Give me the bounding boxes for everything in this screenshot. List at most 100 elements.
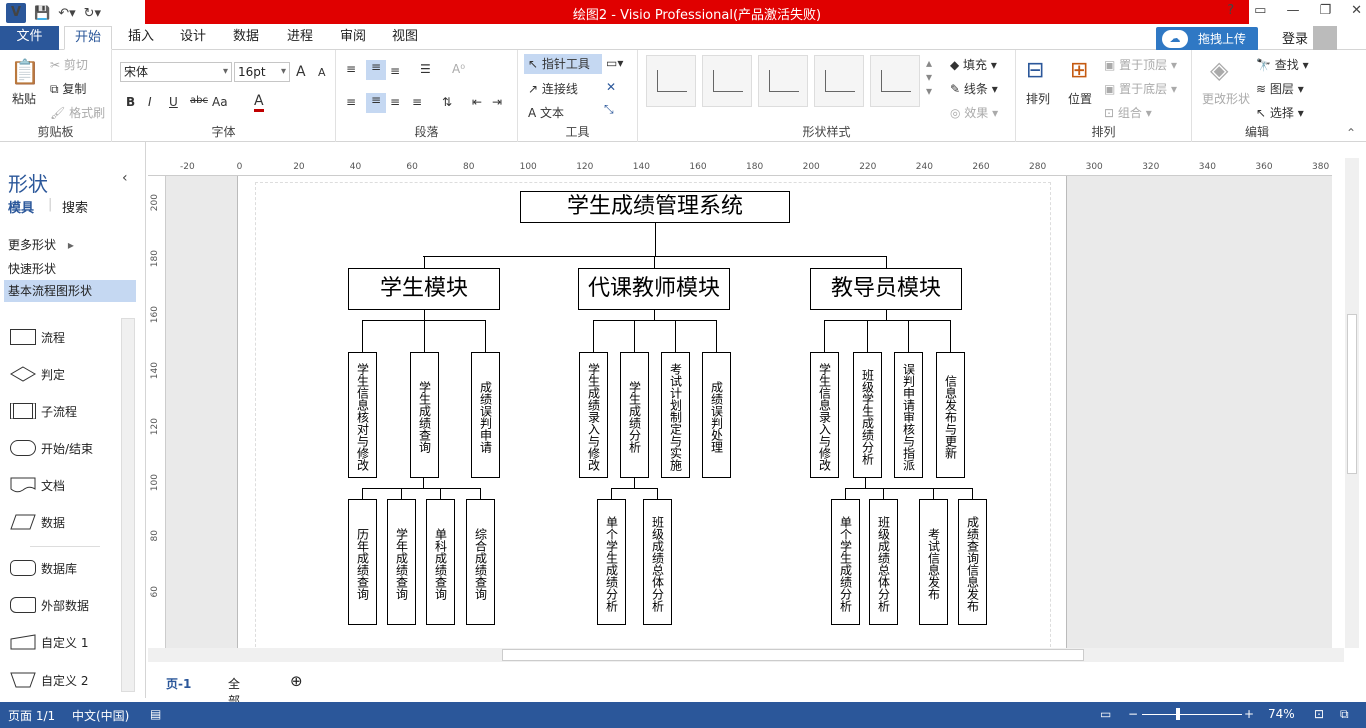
function-node[interactable]: 综合成绩查询 [466,499,495,625]
paste-icon[interactable]: 📋 [10,58,40,86]
function-node[interactable]: 学年成绩查询 [387,499,416,625]
cut-button[interactable]: ✂ 剪切 [50,56,88,73]
ribbon-display-icon[interactable]: ▭ [1254,3,1266,18]
submodule-node[interactable]: 成绩误判申请 [471,352,500,478]
select-button[interactable]: ↖ 选择 ▾ [1256,104,1304,121]
font-color-button[interactable]: A [254,93,264,112]
find-button[interactable]: 🔭 查找 ▾ [1256,56,1309,73]
function-node[interactable]: 单个学生成绩分析 [597,499,626,625]
undo-icon[interactable]: ↶▾ [58,6,75,21]
vertical-text-icon[interactable]: ⇅ [442,95,452,109]
align-icon[interactable]: ⊟ [1026,58,1044,83]
submodule-node[interactable]: 学生成绩录入与修改 [579,352,608,478]
panel-collapse-icon[interactable]: ‹ [122,170,128,186]
shape-custom-1[interactable]: 自定义 1 [8,631,120,653]
macro-icon[interactable]: ▤ [150,707,161,721]
tab-review[interactable]: 审阅 [332,26,374,50]
change-shape-button[interactable]: 更改形状 [1202,90,1250,107]
fill-button[interactable]: ◆ 填充 ▾ [950,56,997,73]
restore-icon[interactable]: ❐ [1319,3,1331,18]
zoom-slider[interactable] [1142,714,1242,715]
shape-terminator[interactable]: 开始/结束 [8,437,120,459]
shape-database[interactable]: 数据库 [8,557,120,579]
tab-search[interactable]: 搜索 [62,197,88,216]
login-link[interactable]: 登录 [1282,28,1308,47]
shape-data[interactable]: 数据 [8,511,120,533]
style-preset-2[interactable] [702,55,752,107]
add-page-icon[interactable]: ⊕ [290,672,303,690]
page-tab-1[interactable]: 页-1 [166,675,191,692]
position-icon[interactable]: ⊞ [1070,58,1088,83]
line-button[interactable]: ✎ 线条 ▾ [950,80,998,97]
collapse-ribbon-icon[interactable]: ⌃ [1346,126,1356,140]
tab-data[interactable]: 数据 [225,26,267,50]
copy-button[interactable]: ⧉ 复制 [50,80,86,97]
group-button[interactable]: ⊡ 组合 ▾ [1104,104,1152,121]
zoom-level[interactable]: 74% [1268,707,1295,721]
align-bottom-icon[interactable]: ≡ [390,64,400,78]
send-back-button[interactable]: ▣ 置于底层 ▾ [1104,80,1177,97]
connection-point-icon[interactable]: ⤡ [604,102,614,117]
submodule-node[interactable]: 误判申请审核与指派 [894,352,923,478]
strikethrough-button[interactable]: abc [190,95,208,106]
basic-flowchart-item[interactable]: 基本流程图形状 [4,280,136,302]
zoom-slider-thumb[interactable] [1176,708,1180,720]
quick-shapes-item[interactable]: 快速形状 [8,260,56,277]
text-tool-button[interactable]: A 文本 [528,104,564,121]
submodule-node[interactable]: 成绩误判处理 [702,352,731,478]
submodule-node[interactable]: 学生成绩分析 [620,352,649,478]
zoom-in-icon[interactable]: + [1244,707,1254,721]
submodule-node[interactable]: 考试计划制定与实施 [661,352,690,478]
tab-insert[interactable]: 插入 [120,26,162,50]
font-name-select[interactable]: 宋体 [120,62,232,82]
tab-design[interactable]: 设计 [172,26,214,50]
align-center-icon[interactable]: ≡ [366,93,386,113]
submodule-node[interactable]: 学生成绩查询 [410,352,439,478]
layers-button[interactable]: ≋ 图层 ▾ [1256,80,1304,97]
submodule-node[interactable]: 信息发布与更新 [936,352,965,478]
position-button[interactable]: 位置 [1068,90,1092,107]
page-indicator[interactable]: 页面 1/1 [8,707,55,724]
styles-scroll-icon[interactable]: ▴ ▾ ▾ [926,56,932,98]
function-node[interactable]: 班级成绩总体分析 [643,499,672,625]
tab-file[interactable]: 文件 [0,26,59,50]
submodule-node[interactable]: 班级学生成绩分析 [853,352,882,478]
style-preset-4[interactable] [814,55,864,107]
fit-page-icon[interactable]: ⊡ [1314,707,1324,721]
save-icon[interactable]: 💾 [34,6,50,21]
root-node[interactable]: 学生成绩管理系统 [520,191,790,223]
shrink-font-button[interactable]: A [318,66,326,79]
vertical-scroll-thumb[interactable] [1347,314,1357,474]
bring-front-button[interactable]: ▣ 置于顶层 ▾ [1104,56,1177,73]
tab-home[interactable]: 开始 [64,26,112,50]
close-icon[interactable]: ✕ [1351,3,1362,18]
style-preset-5[interactable] [870,55,920,107]
tab-view[interactable]: 视图 [384,26,426,50]
underline-button[interactable]: U [169,95,178,109]
italic-button[interactable]: I [148,95,152,109]
more-shapes-item[interactable]: 更多形状 ▸ [8,236,74,253]
shapes-scrollbar[interactable] [121,318,135,692]
shape-custom-2[interactable]: 自定义 2 [8,669,120,691]
function-node[interactable]: 成绩查询信息发布 [958,499,987,625]
align-left-icon[interactable]: ≡ [346,95,356,109]
shape-subprocess[interactable]: 子流程 [8,400,120,422]
grow-font-button[interactable]: A [296,64,306,80]
module-node[interactable]: 教导员模块 [810,268,962,310]
align-right-icon[interactable]: ≡ [390,95,400,109]
font-size-select[interactable]: 16pt [234,62,290,82]
shape-external-data[interactable]: 外部数据 [8,594,120,616]
connector-button[interactable]: ↗ 连接线 [528,80,578,97]
increase-indent-icon[interactable]: ⇥ [492,95,502,109]
function-node[interactable]: 历年成绩查询 [348,499,377,625]
minimize-icon[interactable]: — [1286,3,1299,18]
module-node[interactable]: 学生模块 [348,268,500,310]
horizontal-scroll-thumb[interactable] [502,649,1084,661]
change-shape-icon[interactable]: ◈ [1210,56,1228,84]
align-button[interactable]: 排列 [1026,90,1050,107]
upload-button[interactable]: ☁ 拖拽上传 [1156,27,1258,51]
function-node[interactable]: 单个学生成绩分析 [831,499,860,625]
avatar[interactable] [1313,26,1337,50]
module-node[interactable]: 代课教师模块 [578,268,730,310]
redo-icon[interactable]: ↻▾ [84,6,101,21]
